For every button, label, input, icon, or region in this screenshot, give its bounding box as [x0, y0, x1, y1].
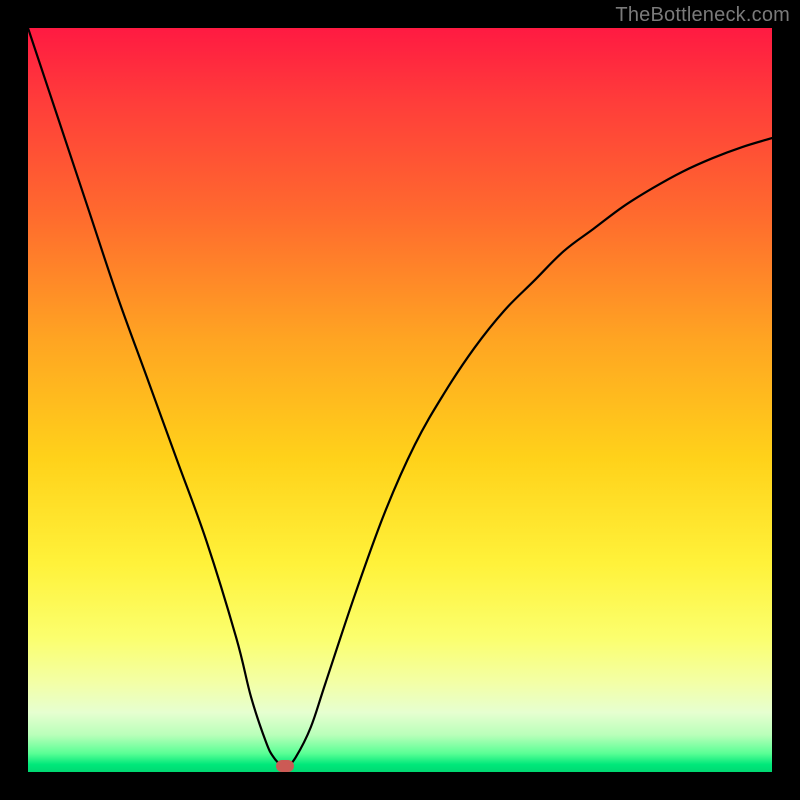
bottleneck-curve	[28, 28, 772, 772]
optimum-marker	[276, 760, 294, 772]
watermark-text: TheBottleneck.com	[615, 4, 790, 27]
plot-area	[28, 28, 772, 772]
chart-frame: TheBottleneck.com	[0, 0, 800, 800]
